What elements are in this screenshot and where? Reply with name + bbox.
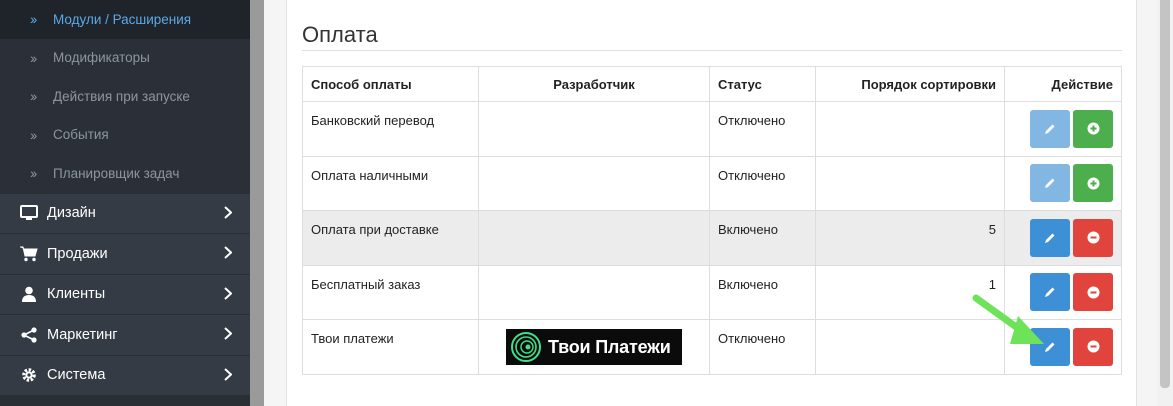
cell-sort-order bbox=[815, 155, 1005, 211]
plus-circle-icon bbox=[1087, 177, 1099, 190]
chevron-right-icon bbox=[224, 367, 233, 385]
cell-status: Отключено bbox=[709, 101, 816, 157]
chevron-right-icon bbox=[224, 205, 233, 223]
cell-status: Отключено bbox=[709, 155, 816, 211]
cell-developer bbox=[478, 101, 710, 157]
header-method: Способ оплаты bbox=[302, 66, 479, 102]
chevron-right-icon bbox=[224, 286, 233, 304]
cell-method: Банковский перевод bbox=[302, 101, 479, 157]
cell-status: Включено bbox=[709, 210, 816, 266]
uninstall-button[interactable] bbox=[1073, 273, 1113, 312]
minus-circle-icon bbox=[1087, 340, 1099, 353]
sidebar-subitem-modules[interactable]: ›› Модули / Расширения bbox=[0, 0, 250, 39]
uninstall-button[interactable] bbox=[1073, 327, 1113, 366]
edit-button[interactable] bbox=[1030, 164, 1070, 203]
title-divider bbox=[302, 50, 1122, 51]
header-status: Статус bbox=[709, 66, 816, 102]
sidebar-subitem-label: Действия при запуске bbox=[53, 88, 190, 104]
cart-icon bbox=[20, 245, 38, 263]
spiral-logo-icon bbox=[511, 332, 541, 362]
pencil-icon bbox=[1045, 233, 1055, 243]
cell-method: Бесплатный заказ bbox=[302, 264, 479, 320]
user-icon bbox=[20, 285, 38, 303]
page-title: Оплата bbox=[302, 22, 378, 47]
share-icon bbox=[20, 326, 38, 344]
cell-developer bbox=[478, 155, 710, 211]
scrollbar-thumb[interactable] bbox=[1160, 0, 1170, 388]
chevron-right-icon bbox=[224, 246, 233, 263]
cell-actions bbox=[1004, 101, 1122, 157]
plus-circle-icon bbox=[1087, 122, 1099, 135]
header-developer: Разработчик bbox=[478, 66, 710, 102]
table-row: Оплата при доставке Включено 5 bbox=[302, 210, 1122, 266]
header-action: Действие bbox=[1004, 66, 1122, 102]
sidebar-subitem-label: Модули / Расширения bbox=[53, 11, 192, 27]
gear-icon bbox=[20, 366, 38, 384]
sidebar-subitem-events[interactable]: ›› События bbox=[0, 115, 250, 154]
sidebar-item-design[interactable]: Дизайн bbox=[0, 192, 250, 233]
sidebar-subitem-task-scheduler[interactable]: ›› Планировщик задач bbox=[0, 154, 250, 193]
edit-button[interactable] bbox=[1030, 109, 1070, 148]
double-chevron-right-icon: ›› bbox=[30, 49, 37, 66]
cell-developer bbox=[478, 264, 710, 320]
sidebar-subitem-label: События bbox=[53, 127, 109, 143]
sidebar-subitem-modifiers[interactable]: ›› Модификаторы bbox=[0, 38, 250, 77]
double-chevron-right-icon: ›› bbox=[30, 88, 37, 105]
table-row: Оплата наличными Отключено bbox=[302, 155, 1122, 211]
monitor-icon bbox=[20, 204, 38, 222]
chevron-right-icon bbox=[224, 327, 233, 344]
minus-circle-icon bbox=[1087, 286, 1099, 299]
developer-logo: Твои Платежи bbox=[506, 329, 682, 365]
cell-developer bbox=[478, 210, 710, 266]
developer-logo-text: Твои Платежи bbox=[548, 336, 671, 357]
cell-actions bbox=[1004, 155, 1122, 211]
sidebar-item-customers[interactable]: Клиенты bbox=[0, 273, 250, 314]
edit-button[interactable] bbox=[1030, 218, 1070, 257]
header-sort-order: Порядок сортировки bbox=[815, 66, 1005, 102]
cell-method: Оплата наличными bbox=[302, 155, 479, 211]
cell-sort-order bbox=[815, 101, 1005, 157]
sidebar-item-label: Продажи bbox=[47, 245, 108, 262]
cell-actions bbox=[1004, 210, 1122, 266]
sidebar-subitem-startup-actions[interactable]: ›› Действия при запуске bbox=[0, 77, 250, 116]
pencil-icon bbox=[1045, 124, 1055, 134]
cell-developer: Твои Платежи bbox=[478, 319, 710, 375]
sidebar: ›› Модули / Расширения ›› Модификаторы ›… bbox=[0, 0, 250, 406]
sidebar-item-label: Система bbox=[47, 367, 106, 384]
cell-status: Отключено bbox=[709, 319, 816, 375]
sidebar-divider bbox=[250, 0, 264, 406]
double-chevron-right-icon: ›› bbox=[30, 11, 37, 28]
minus-circle-icon bbox=[1087, 231, 1099, 244]
cell-method: Твои платежи bbox=[302, 319, 479, 375]
annotation-arrow-icon bbox=[972, 294, 1044, 344]
pencil-icon bbox=[1045, 178, 1055, 189]
scrollbar[interactable] bbox=[1157, 0, 1173, 406]
sidebar-item-system[interactable]: Система bbox=[0, 354, 250, 395]
cell-status: Включено bbox=[709, 264, 816, 320]
cell-method: Оплата при доставке bbox=[302, 210, 479, 266]
uninstall-button[interactable] bbox=[1073, 218, 1113, 257]
cell-sort-order: 5 bbox=[815, 210, 1005, 266]
sidebar-subitem-label: Планировщик задач bbox=[53, 165, 180, 181]
table-header-row: Способ оплаты Разработчик Статус Порядок… bbox=[302, 66, 1122, 102]
sidebar-item-sales[interactable]: Продажи bbox=[0, 233, 250, 274]
sidebar-item-marketing[interactable]: Маркетинг bbox=[0, 314, 250, 355]
double-chevron-right-icon: ›› bbox=[30, 126, 37, 143]
sidebar-item-label: Клиенты bbox=[47, 286, 106, 303]
double-chevron-right-icon: ›› bbox=[30, 165, 37, 182]
table-row: Банковский перевод Отключено bbox=[302, 101, 1122, 157]
sidebar-item-label: Маркетинг bbox=[47, 326, 118, 343]
install-button[interactable] bbox=[1073, 109, 1113, 148]
sidebar-item-label: Дизайн bbox=[47, 205, 96, 222]
sidebar-subitem-label: Модификаторы bbox=[53, 50, 150, 66]
install-button[interactable] bbox=[1073, 164, 1113, 203]
